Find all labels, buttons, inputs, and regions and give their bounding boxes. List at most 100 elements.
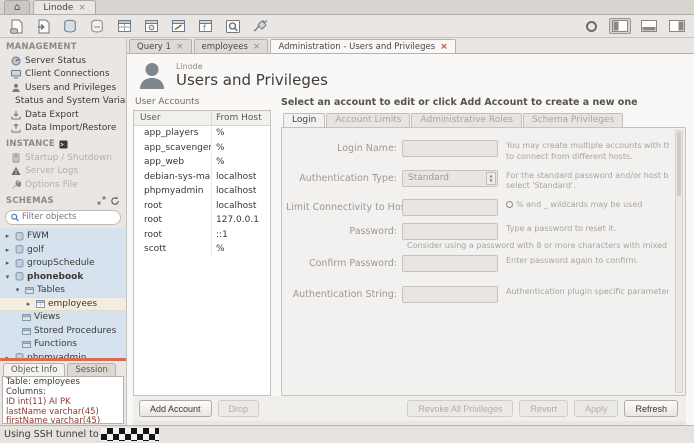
tree-item-schema-fwm[interactable]: ▸FWM	[0, 230, 126, 244]
window-tab-bar: ⌂ Linode ×	[0, 0, 694, 15]
tree-item-functions-folder[interactable]: Functions	[0, 338, 126, 352]
column-header-from-host[interactable]: From Host	[212, 113, 270, 123]
tree-item-schema-groupschedule[interactable]: ▸groupSchedule	[0, 257, 126, 271]
sidebar-item-users-and-privileges[interactable]: Users and Privileges	[0, 81, 126, 95]
user-icon	[11, 83, 21, 93]
tree-item-label: Views	[34, 312, 60, 322]
sidebar-item-label: Data Import/Restore	[25, 123, 116, 133]
open-sql-script-icon[interactable]	[34, 18, 53, 35]
alter-schema-icon[interactable]	[88, 18, 107, 35]
tab-schema-privileges[interactable]: Schema Privileges	[523, 113, 623, 127]
close-icon[interactable]: ×	[176, 42, 184, 52]
toggle-bottom-panel-icon[interactable]	[639, 19, 659, 33]
limit-hosts-field[interactable]	[402, 199, 498, 216]
instance-section-header: INSTANCE	[0, 135, 126, 151]
sidebar-item-client-connections[interactable]: Client Connections	[0, 68, 126, 82]
refresh-button[interactable]: Refresh	[624, 400, 678, 417]
create-procedure-icon[interactable]	[169, 18, 188, 35]
table-row[interactable]: root::1	[134, 228, 270, 243]
schema-icon	[15, 272, 24, 281]
sidebar-item-data-import-restore[interactable]: Data Import/Restore	[0, 122, 126, 136]
table-row[interactable]: app_scavenger%	[134, 141, 270, 156]
auth-type-select[interactable]: Standard▲▼	[402, 170, 498, 187]
tree-item-tables-folder[interactable]: ▾Tables	[0, 284, 126, 298]
svg-text:f: f	[203, 24, 206, 33]
revert-button[interactable]: Revert	[519, 400, 568, 417]
create-view-icon[interactable]	[142, 18, 161, 35]
tree-item-table-employees[interactable]: ▸employees	[0, 297, 126, 311]
cell-user: phpmyadmin	[134, 184, 212, 199]
expand-schemas-icon[interactable]	[97, 196, 106, 205]
tab-object-info[interactable]: Object Info	[3, 363, 65, 376]
client-connections-icon	[11, 69, 21, 79]
toggle-sidebar-panel-icon[interactable]	[609, 18, 631, 34]
chevron-right-icon: ▸	[3, 246, 12, 254]
schema-filter-input[interactable]	[22, 212, 115, 222]
tree-item-schema-phonebook[interactable]: ▾phonebook	[0, 270, 126, 284]
table-row[interactable]: debian-sys-maintlocalhost	[134, 170, 270, 185]
home-icon: ⌂	[14, 2, 20, 13]
search-table-data-icon[interactable]	[223, 18, 242, 35]
account-detail-column: Select an account to edit or click Add A…	[281, 96, 686, 396]
tab-administration-users-privileges[interactable]: Administration - Users and Privileges×	[270, 39, 455, 53]
functions-folder-icon	[22, 340, 31, 348]
table-row[interactable]: phpmyadminlocalhost	[134, 184, 270, 199]
sidebar-item-label: Startup / Shutdown	[25, 153, 112, 163]
login-name-field[interactable]	[402, 140, 498, 157]
drop-button[interactable]: Drop	[218, 400, 260, 417]
apply-button[interactable]: Apply	[574, 400, 619, 417]
create-table-icon[interactable]	[115, 18, 134, 35]
tree-item-stored-procedures-folder[interactable]: Stored Procedures	[0, 324, 126, 338]
close-icon[interactable]: ×	[440, 42, 448, 52]
sidebar-item-data-export[interactable]: Data Export	[0, 108, 126, 122]
redacted-host	[101, 428, 159, 441]
close-icon[interactable]: ×	[78, 3, 86, 13]
tab-administrative-roles[interactable]: Administrative Roles	[411, 113, 521, 127]
tab-account-limits[interactable]: Account Limits	[326, 113, 410, 127]
sidebar-item-server-status[interactable]: Server Status	[0, 54, 126, 68]
cell-host: %	[212, 244, 270, 254]
table-row[interactable]: rootlocalhost	[134, 199, 270, 214]
auth-string-field[interactable]	[402, 286, 498, 303]
sidebar-item-startup-shutdown[interactable]: Startup / Shutdown	[0, 151, 126, 165]
tab-employees[interactable]: employees×	[194, 39, 269, 53]
new-query-tab-icon[interactable]	[7, 18, 26, 35]
sidebar-item-options-file[interactable]: Options File	[0, 178, 126, 192]
tree-item-schema-phpmyadmin[interactable]: ▸phpmyadmin	[0, 351, 126, 358]
tree-item-label: employees	[48, 299, 97, 309]
table-row[interactable]: app_players%	[134, 126, 270, 141]
close-icon[interactable]: ×	[253, 42, 261, 52]
tab-session[interactable]: Session	[67, 363, 115, 376]
refresh-schemas-icon[interactable]	[110, 196, 120, 206]
tree-item-schema-golf[interactable]: ▸golf	[0, 243, 126, 257]
create-function-icon[interactable]: f	[196, 18, 215, 35]
dashboard-donut-icon[interactable]	[582, 18, 601, 35]
sidebar-item-label: Client Connections	[25, 69, 110, 79]
home-tab[interactable]: ⌂	[4, 0, 30, 14]
add-account-button[interactable]: Add Account	[139, 400, 212, 417]
table-row[interactable]: root127.0.0.1	[134, 213, 270, 228]
table-row[interactable]: scott%	[134, 242, 270, 257]
bottom-button-bar: Add Account Drop Revoke All Privileges R…	[133, 396, 686, 421]
status-text: Using SSH tunnel to	[4, 429, 99, 440]
sidebar-item-server-logs[interactable]: Server Logs	[0, 165, 126, 179]
table-row[interactable]: app_web%	[134, 155, 270, 170]
scrollbar[interactable]	[675, 130, 683, 393]
tab-login[interactable]: Login	[283, 113, 325, 127]
column-header-user[interactable]: User	[134, 111, 212, 125]
sidebar-item-status-system-variables[interactable]: Status and System Variables	[0, 95, 126, 109]
tab-query-1[interactable]: Query 1×	[129, 39, 192, 53]
scrollbar-thumb[interactable]	[677, 132, 681, 196]
sidebar-item-label: Data Export	[25, 110, 79, 120]
create-schema-icon[interactable]	[61, 18, 80, 35]
reconnect-dbms-icon[interactable]	[250, 18, 269, 35]
cell-user: root	[134, 228, 212, 243]
password-field[interactable]	[402, 223, 498, 240]
confirm-password-field[interactable]	[402, 255, 498, 272]
toggle-right-panel-icon[interactable]	[667, 19, 687, 33]
tree-item-views-folder[interactable]: Views	[0, 311, 126, 325]
revoke-all-privileges-button[interactable]: Revoke All Privileges	[407, 400, 513, 417]
schema-filter[interactable]	[5, 210, 121, 225]
connection-tab-linode[interactable]: Linode ×	[33, 0, 96, 14]
object-info-tab-bar: Object Info Session	[0, 361, 126, 376]
